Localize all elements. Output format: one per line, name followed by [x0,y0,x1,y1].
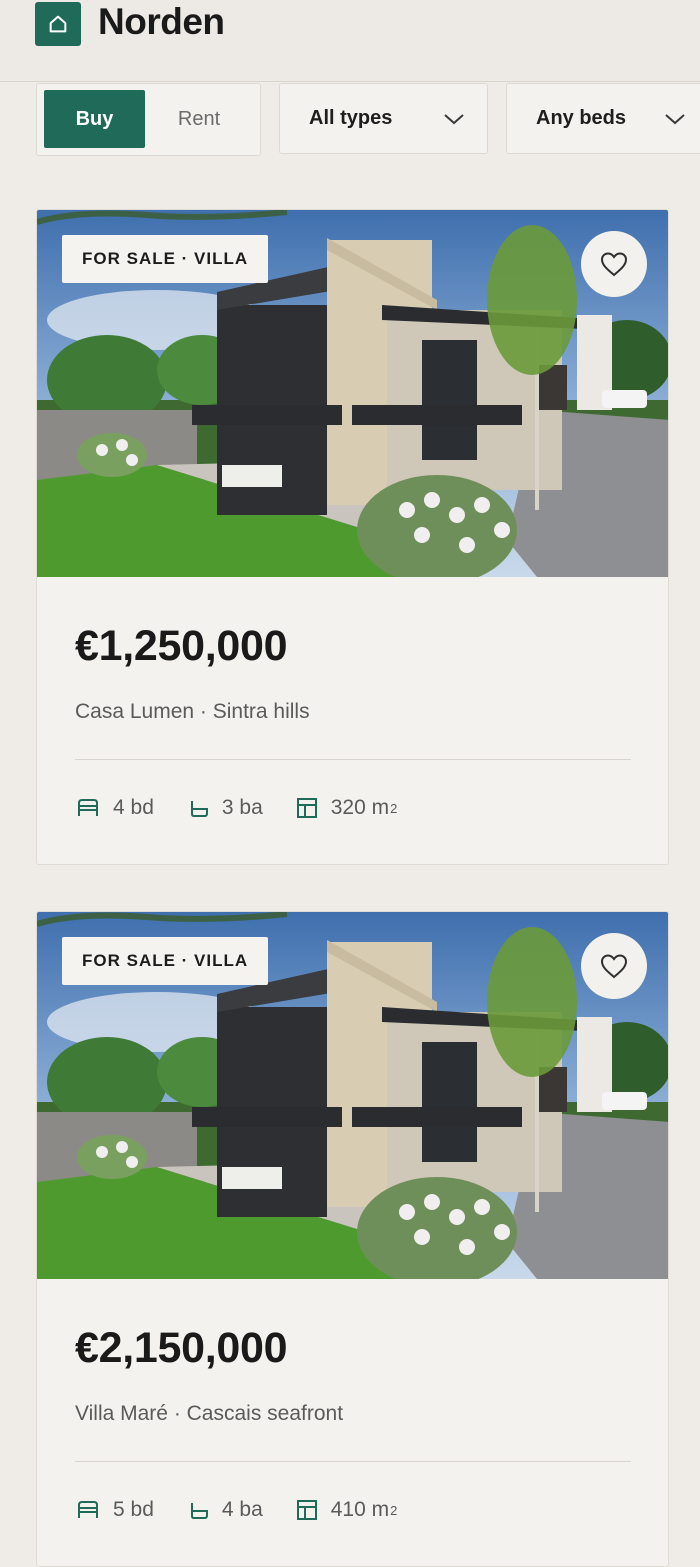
listing-address: Villa Maré · Cascais seafront [75,1402,344,1425]
baths-stat: 4 ba [186,1498,263,1522]
buy-toggle-button[interactable]: Buy [44,90,145,148]
bed-icon [78,799,98,816]
brand-name[interactable]: Norden [98,1,225,43]
area-stat: 320 m2 [295,796,398,820]
bath-icon [190,801,208,817]
divider [75,759,631,760]
home-icon [49,15,67,33]
bed-icon [78,1501,98,1518]
heart-outline-icon [600,252,628,277]
listing-address: Casa Lumen · Sintra hills [75,700,310,723]
floorplan-icon [296,798,317,818]
listing-tag: FOR SALE · VILLA [62,937,269,985]
favorite-button[interactable] [581,231,647,297]
chevron-down-icon [665,114,685,125]
rent-toggle-button[interactable]: Rent [149,90,249,148]
beds-count: 4 bd [113,796,154,819]
property-type-value: All types [309,107,393,129]
area-value: 410 m [330,1498,390,1521]
listing-card[interactable]: FOR SALE · VILLA €1,250,000 Casa Lumen ·… [36,209,669,865]
beds-value: Any beds [536,107,627,129]
beds-stat: 5 bd [75,1498,154,1522]
area-unit-superscript: 2 [390,800,398,816]
baths-count: 4 ba [221,1498,263,1521]
area-value: 320 m [330,796,390,819]
area-stat: 410 m2 [295,1498,398,1522]
beds-stat: 4 bd [75,796,154,820]
listing-price: €2,150,000 [75,1324,288,1372]
floorplan-icon [296,1500,317,1520]
bath-icon [190,1503,208,1519]
listing-price: €1,250,000 [75,622,288,670]
listing-stats: 4 bd 3 ba 320 m2 [75,792,429,824]
beds-count: 5 bd [113,1498,154,1521]
listing-stats: 5 bd 4 ba 410 m2 [75,1494,429,1526]
property-type-select[interactable]: All types [279,83,488,154]
filter-bar: Buy Rent All types Any beds [0,82,700,158]
chevron-down-icon [444,114,464,125]
top-bar: Norden [0,0,700,82]
area-unit-superscript: 2 [390,1502,398,1518]
logo-home-icon[interactable] [35,2,81,46]
beds-select[interactable]: Any beds [506,83,700,154]
baths-count: 3 ba [221,796,263,819]
favorite-button[interactable] [581,933,647,999]
listing-card[interactable]: FOR SALE · VILLA €2,150,000 Villa Maré ·… [36,911,669,1567]
buy-rent-toggle: Buy Rent [36,83,261,156]
listing-tag: FOR SALE · VILLA [62,235,269,283]
heart-outline-icon [600,954,628,979]
baths-stat: 3 ba [186,796,263,820]
divider [75,1461,631,1462]
